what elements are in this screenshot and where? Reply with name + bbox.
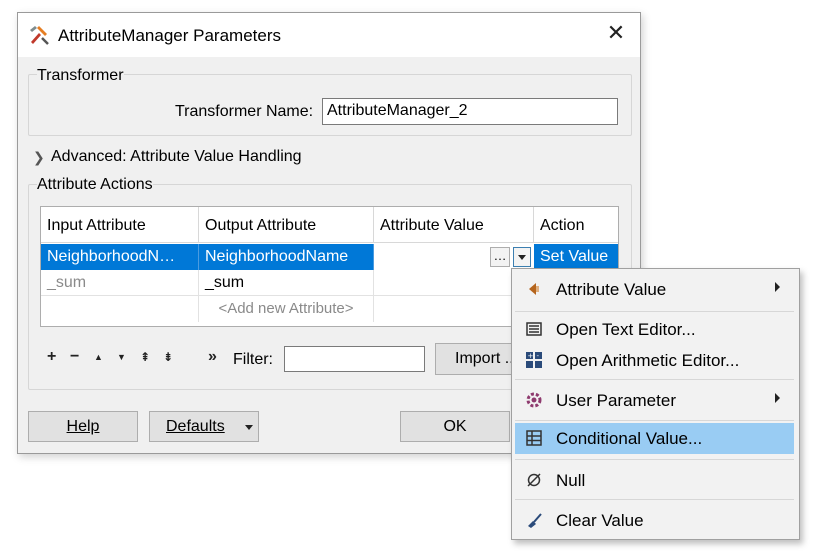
attribute-value-icon xyxy=(529,283,539,295)
title-bar: AttributeManager Parameters ✕ xyxy=(18,13,640,57)
row2-input-cell[interactable]: _sum xyxy=(41,270,199,296)
arithmetic-editor-icon: + - xyxy=(526,352,542,368)
menu-item-open-text-editor[interactable]: Open Text Editor... xyxy=(515,314,794,345)
transformer-name-field[interactable]: AttributeManager_2 xyxy=(322,98,618,125)
menu-separator xyxy=(515,420,794,421)
menu-item-null[interactable]: Null xyxy=(515,465,794,496)
transformer-group-label: Transformer xyxy=(37,67,124,85)
value-ellipsis-button[interactable]: … xyxy=(490,247,510,267)
conditional-value-icon xyxy=(526,430,542,446)
submenu-arrow-icon xyxy=(775,282,780,292)
dropdown-arrow-icon xyxy=(245,425,253,430)
column-header-output[interactable]: Output Attribute xyxy=(199,207,374,243)
menu-item-conditional-value[interactable]: Conditional Value... xyxy=(515,423,794,454)
column-header-value[interactable]: Attribute Value xyxy=(374,207,534,243)
svg-text:+: + xyxy=(528,352,534,360)
value-dropdown-button[interactable] xyxy=(513,247,531,267)
row1-output-cell[interactable]: NeighborhoodName xyxy=(199,244,374,270)
defaults-button[interactable]: Defaults xyxy=(149,411,259,442)
row2-output-cell[interactable]: _sum xyxy=(199,270,374,296)
chevron-down-icon xyxy=(518,255,526,260)
menu-item-conditional-value-label: Conditional Value... xyxy=(556,429,703,448)
row1-input-cell[interactable]: NeighborhoodN… xyxy=(41,244,199,270)
row1-value-cell[interactable] xyxy=(374,244,534,270)
menu-item-clear-value-label: Clear Value xyxy=(556,511,644,530)
text-editor-icon xyxy=(526,322,542,336)
menu-separator xyxy=(515,311,794,312)
user-parameter-icon xyxy=(526,392,542,408)
transformer-name-label: Transformer Name: xyxy=(175,103,314,120)
chevron-right-icon[interactable]: ❯ xyxy=(33,149,45,166)
menu-item-user-parameter[interactable]: User Parameter xyxy=(515,385,794,416)
menu-separator xyxy=(515,459,794,460)
help-button-label: Help xyxy=(66,418,100,435)
ok-button[interactable]: OK xyxy=(400,411,510,442)
submenu-arrow-icon xyxy=(775,393,780,403)
value-context-menu: Attribute Value Open Text Editor... + - O… xyxy=(511,268,800,540)
menu-separator xyxy=(515,379,794,380)
menu-item-open-arithmetic-editor[interactable]: + - Open Arithmetic Editor... xyxy=(515,345,794,376)
row1-action-cell[interactable]: Set Value xyxy=(534,244,618,270)
clear-value-icon xyxy=(528,513,542,528)
defaults-button-label: Defaults xyxy=(166,418,225,435)
move-up-button[interactable]: ▲ xyxy=(94,352,103,362)
menu-item-open-text-editor-label: Open Text Editor... xyxy=(556,320,696,339)
filter-input[interactable] xyxy=(284,346,425,372)
attribute-actions-label: Attribute Actions xyxy=(37,176,153,194)
more-options-button[interactable]: » xyxy=(208,348,217,366)
add-new-attribute-cell[interactable]: <Add new Attribute> xyxy=(199,296,374,322)
row3-input-cell[interactable] xyxy=(41,296,199,322)
row3-value-cell[interactable] xyxy=(374,296,534,322)
menu-item-open-arithmetic-editor-label: Open Arithmetic Editor... xyxy=(556,351,740,370)
help-button[interactable]: Help xyxy=(28,411,138,442)
close-icon[interactable]: ✕ xyxy=(604,21,628,45)
move-bottom-button[interactable]: ⇟ xyxy=(163,350,173,364)
menu-item-null-label: Null xyxy=(556,471,586,490)
menu-item-clear-value[interactable]: Clear Value xyxy=(515,505,794,536)
filter-label: Filter: xyxy=(233,351,273,368)
menu-item-user-parameter-label: User Parameter xyxy=(556,391,676,410)
remove-row-button[interactable]: − xyxy=(70,348,79,366)
dialog-title: AttributeManager Parameters xyxy=(58,26,281,45)
null-icon xyxy=(527,473,541,487)
move-down-button[interactable]: ▼ xyxy=(117,352,126,362)
column-header-action[interactable]: Action xyxy=(534,207,618,243)
column-header-input[interactable]: Input Attribute xyxy=(41,207,199,243)
transformer-app-icon xyxy=(30,26,49,45)
move-top-button[interactable]: ⇞ xyxy=(140,350,150,364)
row2-value-cell[interactable] xyxy=(374,270,534,296)
menu-separator xyxy=(515,499,794,500)
advanced-section-toggle[interactable]: Advanced: Attribute Value Handling xyxy=(51,148,302,166)
menu-item-attribute-value[interactable]: Attribute Value xyxy=(515,274,794,305)
menu-item-attribute-value-label: Attribute Value xyxy=(556,280,667,299)
add-row-button[interactable]: + xyxy=(47,348,56,366)
